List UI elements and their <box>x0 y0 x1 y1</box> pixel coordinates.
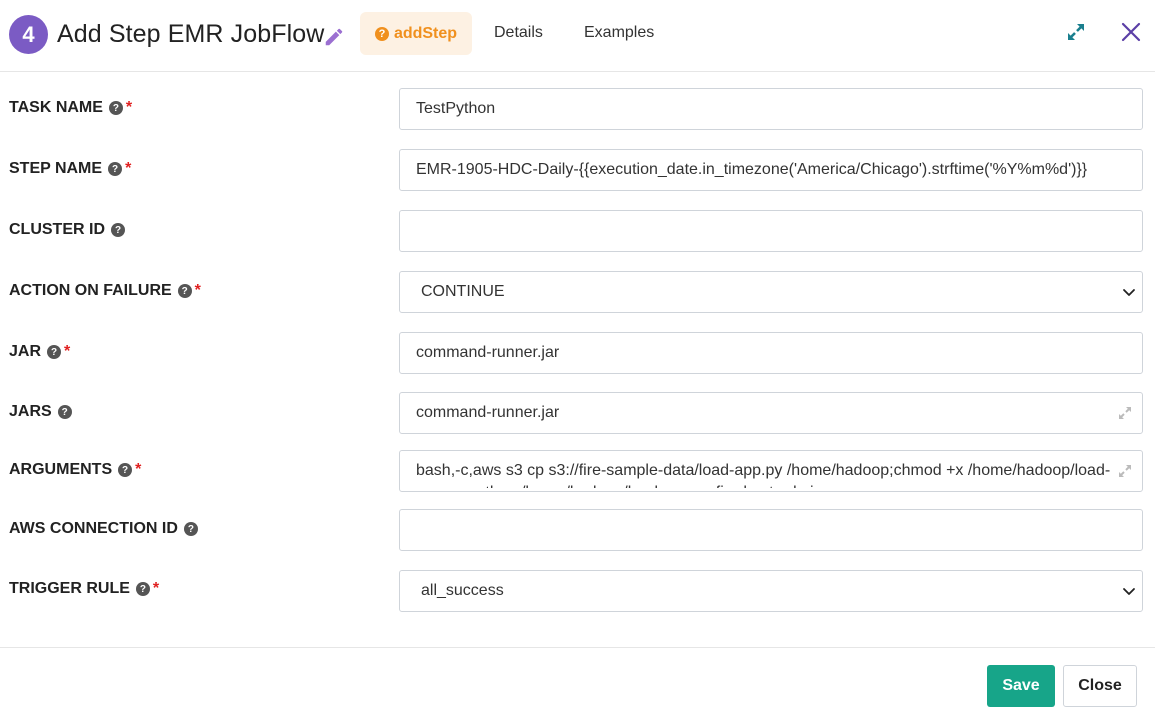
form-row-cluster-id: CLUSTER ID ? <box>0 210 1155 252</box>
form-row-arguments: ARGUMENTS ? * bash,-c,aws s3 cp s3://fire… <box>0 450 1155 492</box>
aws-connection-id-input[interactable] <box>399 509 1143 551</box>
required-marker: * <box>135 461 142 478</box>
trigger-rule-label: TRIGGER RULE ? * <box>9 580 160 597</box>
form-row-trigger-rule: TRIGGER RULE ? * all_success <box>0 570 1155 612</box>
action-on-failure-label: ACTION ON FAILURE ? * <box>9 282 201 299</box>
task-name-label: TASK NAME ? * <box>9 99 133 116</box>
required-marker: * <box>194 282 201 299</box>
step-number-badge: 4 <box>9 15 48 54</box>
tab-examples[interactable]: Examples <box>584 24 654 42</box>
aws-connection-id-label: AWS CONNECTION ID ? <box>9 520 198 538</box>
save-button[interactable]: Save <box>987 665 1055 707</box>
question-circle-icon[interactable]: ? <box>118 463 133 477</box>
question-circle-icon[interactable]: ? <box>111 223 125 237</box>
chevron-down-icon <box>1123 289 1135 296</box>
chevron-down-icon <box>1123 588 1135 595</box>
trigger-rule-select[interactable]: all_success <box>399 570 1143 612</box>
page-title: Add Step EMR JobFlow <box>57 20 325 48</box>
jars-value: command-runner.jar <box>416 404 560 421</box>
question-circle-icon[interactable]: ? <box>135 582 150 596</box>
selected-value: CONTINUE <box>421 283 505 300</box>
required-marker: * <box>125 160 132 177</box>
form-row-task-name: TASK NAME ? * TestPython <box>0 88 1155 130</box>
jars-label: JARS ? <box>9 403 72 421</box>
close-button[interactable]: Close <box>1063 665 1137 707</box>
action-on-failure-select[interactable]: CONTINUE <box>399 271 1143 313</box>
arguments-label: ARGUMENTS ? * <box>9 461 142 478</box>
question-circle-icon[interactable]: ? <box>47 345 62 359</box>
arguments-value: bash,-c,aws s3 cp s3://fire-sample-data/… <box>416 462 1111 488</box>
form-row-jars: JARS ? command-runner.jar <box>0 392 1155 434</box>
required-marker: * <box>125 99 133 116</box>
arguments-textarea[interactable]: bash,-c,aws s3 cp s3://fire-sample-data/… <box>399 450 1143 492</box>
question-circle-icon[interactable]: ? <box>108 101 123 115</box>
modal-header: 4 Add Step EMR JobFlow ? addStep Details… <box>0 0 1155 72</box>
resize-icon[interactable] <box>1118 406 1132 420</box>
question-circle-icon[interactable]: ? <box>57 405 72 419</box>
jar-label: JAR ? * <box>9 343 71 360</box>
resize-icon[interactable] <box>1118 464 1132 478</box>
form-row-jar: JAR ? * command-runner.jar <box>0 332 1155 374</box>
close-icon[interactable] <box>1120 21 1142 43</box>
required-marker: * <box>64 343 71 360</box>
form-row-aws-connection-id: AWS CONNECTION ID ? <box>0 509 1155 551</box>
question-circle-icon[interactable]: ? <box>183 522 198 536</box>
question-circle-icon[interactable]: ? <box>177 284 192 298</box>
tab-addstep[interactable]: ? addStep <box>360 12 472 55</box>
step-name-input[interactable]: EMR-1905-HDC-Daily-{{execution_date.in_t… <box>399 149 1143 191</box>
form-row-action-on-failure: ACTION ON FAILURE ? * CONTINUE <box>0 271 1155 313</box>
tab-details[interactable]: Details <box>494 24 543 42</box>
cluster-id-label: CLUSTER ID ? <box>9 221 125 239</box>
required-marker: * <box>152 580 160 597</box>
pencil-icon[interactable] <box>323 26 345 48</box>
step-name-label: STEP NAME ? * <box>9 160 132 177</box>
question-circle-icon[interactable]: ? <box>108 162 123 176</box>
expand-icon[interactable] <box>1066 22 1086 42</box>
tab-label: addStep <box>393 24 458 42</box>
cluster-id-input[interactable] <box>399 210 1143 252</box>
question-circle-icon: ? <box>374 26 389 41</box>
form-row-step-name: STEP NAME ? * EMR-1905-HDC-Daily-{{execut… <box>0 149 1155 191</box>
jar-input[interactable]: command-runner.jar <box>399 332 1143 374</box>
selected-value: all_success <box>421 582 504 599</box>
task-name-input[interactable]: TestPython <box>399 88 1143 130</box>
jars-textarea[interactable]: command-runner.jar <box>399 392 1143 434</box>
modal-footer <box>0 647 1155 719</box>
